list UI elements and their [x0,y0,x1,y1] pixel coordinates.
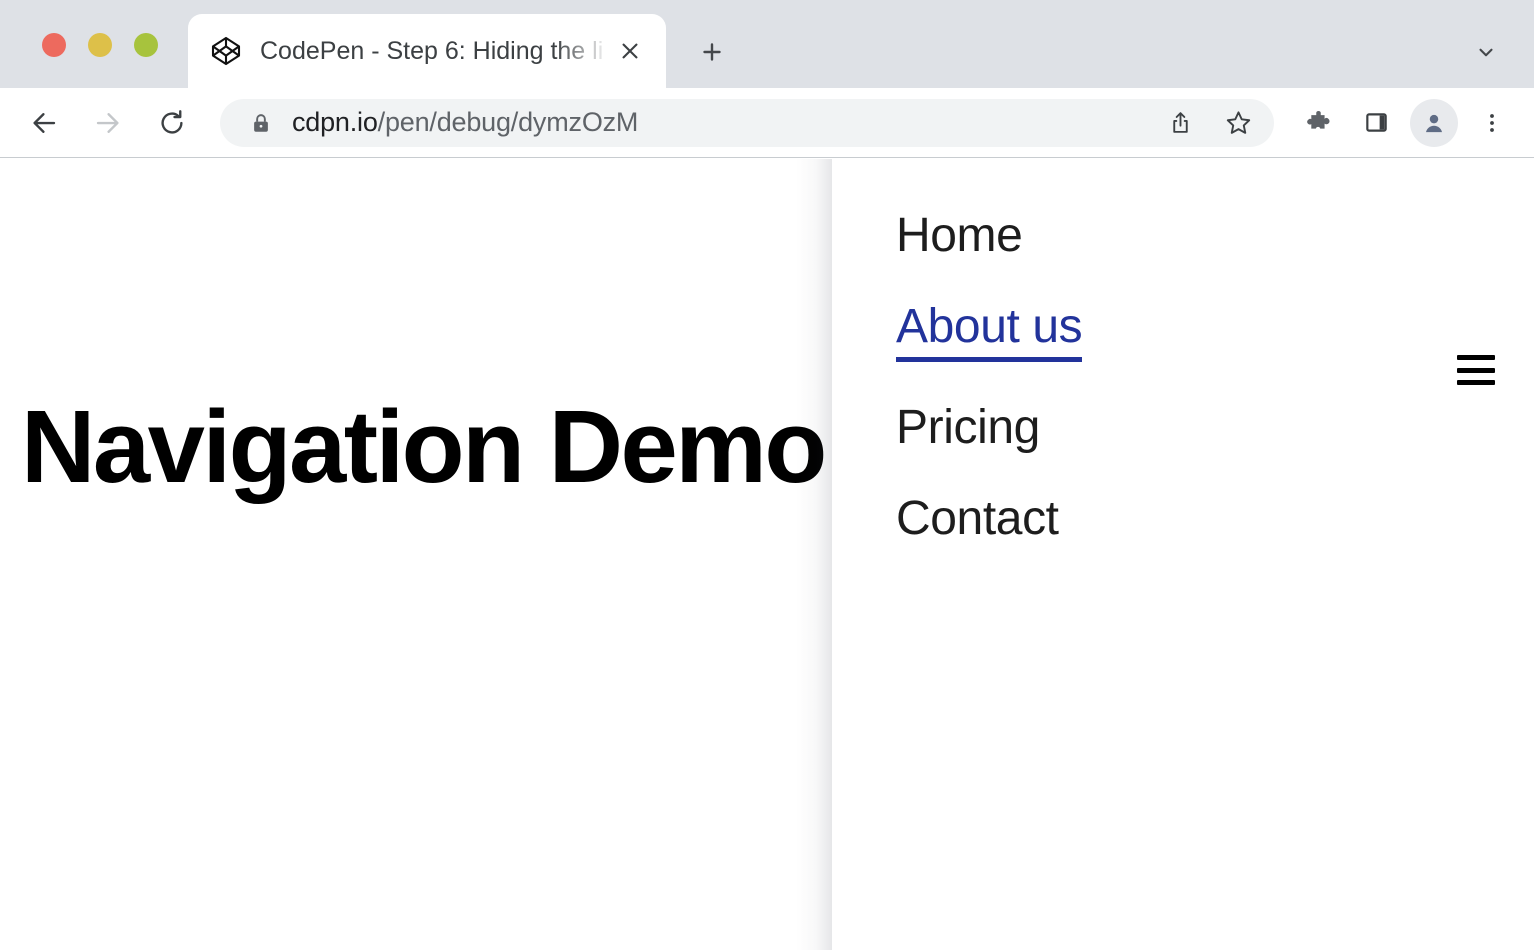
drawer-shadow [796,159,832,950]
hamburger-menu-button[interactable] [1457,355,1497,385]
list-item: Contact [896,494,1082,544]
url-domain: cdpn.io [292,107,378,137]
tab-strip: CodePen - Step 6: Hiding the li [0,0,1534,88]
navigation-drawer: Home About us Pricing Contact [832,159,1534,950]
window-controls [42,33,158,57]
side-panel-icon[interactable] [1352,99,1400,147]
list-item: About us [896,302,1082,362]
toolbar-right-actions [1294,99,1534,147]
address-bar[interactable]: cdpn.io/pen/debug/dymzOzM [220,99,1274,147]
omnibox-actions [1158,101,1260,145]
list-item: Pricing [896,403,1082,453]
share-icon[interactable] [1158,101,1202,145]
close-window-button[interactable] [42,33,66,57]
browser-toolbar: cdpn.io/pen/debug/dymzOzM [0,88,1534,158]
list-item: Home [896,211,1082,261]
hamburger-bar-bottom [1457,380,1495,385]
nav-list: Home About us Pricing Contact [896,211,1082,544]
hamburger-bar-top [1457,355,1495,360]
star-icon[interactable] [1216,101,1260,145]
browser-tab-active[interactable]: CodePen - Step 6: Hiding the li [188,14,666,88]
url-path: /pen/debug/dymzOzM [378,107,639,137]
new-tab-button[interactable] [692,32,732,72]
hamburger-bar-middle [1457,368,1495,373]
three-dot-menu-icon[interactable] [1468,99,1516,147]
tab-title: CodePen - Step 6: Hiding the li [260,14,612,88]
profile-avatar-icon[interactable] [1410,99,1458,147]
chevron-down-icon[interactable] [1466,32,1506,72]
close-icon[interactable] [612,33,648,69]
minimize-window-button[interactable] [88,33,112,57]
nav-link-pricing[interactable]: Pricing [896,403,1040,453]
page-viewport: Navigation Demo Home About us Pricing [0,159,1534,950]
browser-window: CodePen - Step 6: Hiding the li [0,0,1534,950]
nav-link-about-us[interactable]: About us [896,302,1082,362]
puzzle-piece-icon[interactable] [1294,99,1342,147]
codepen-logo-icon [210,35,242,67]
reload-icon[interactable] [148,99,196,147]
back-arrow-icon[interactable] [20,99,68,147]
forward-arrow-icon [84,99,132,147]
lock-icon[interactable] [250,111,272,135]
nav-link-home[interactable]: Home [896,211,1022,261]
maximize-window-button[interactable] [134,33,158,57]
address-bar-text: cdpn.io/pen/debug/dymzOzM [292,107,638,138]
nav-link-contact[interactable]: Contact [896,494,1059,544]
page-title: Navigation Demo [21,395,825,498]
